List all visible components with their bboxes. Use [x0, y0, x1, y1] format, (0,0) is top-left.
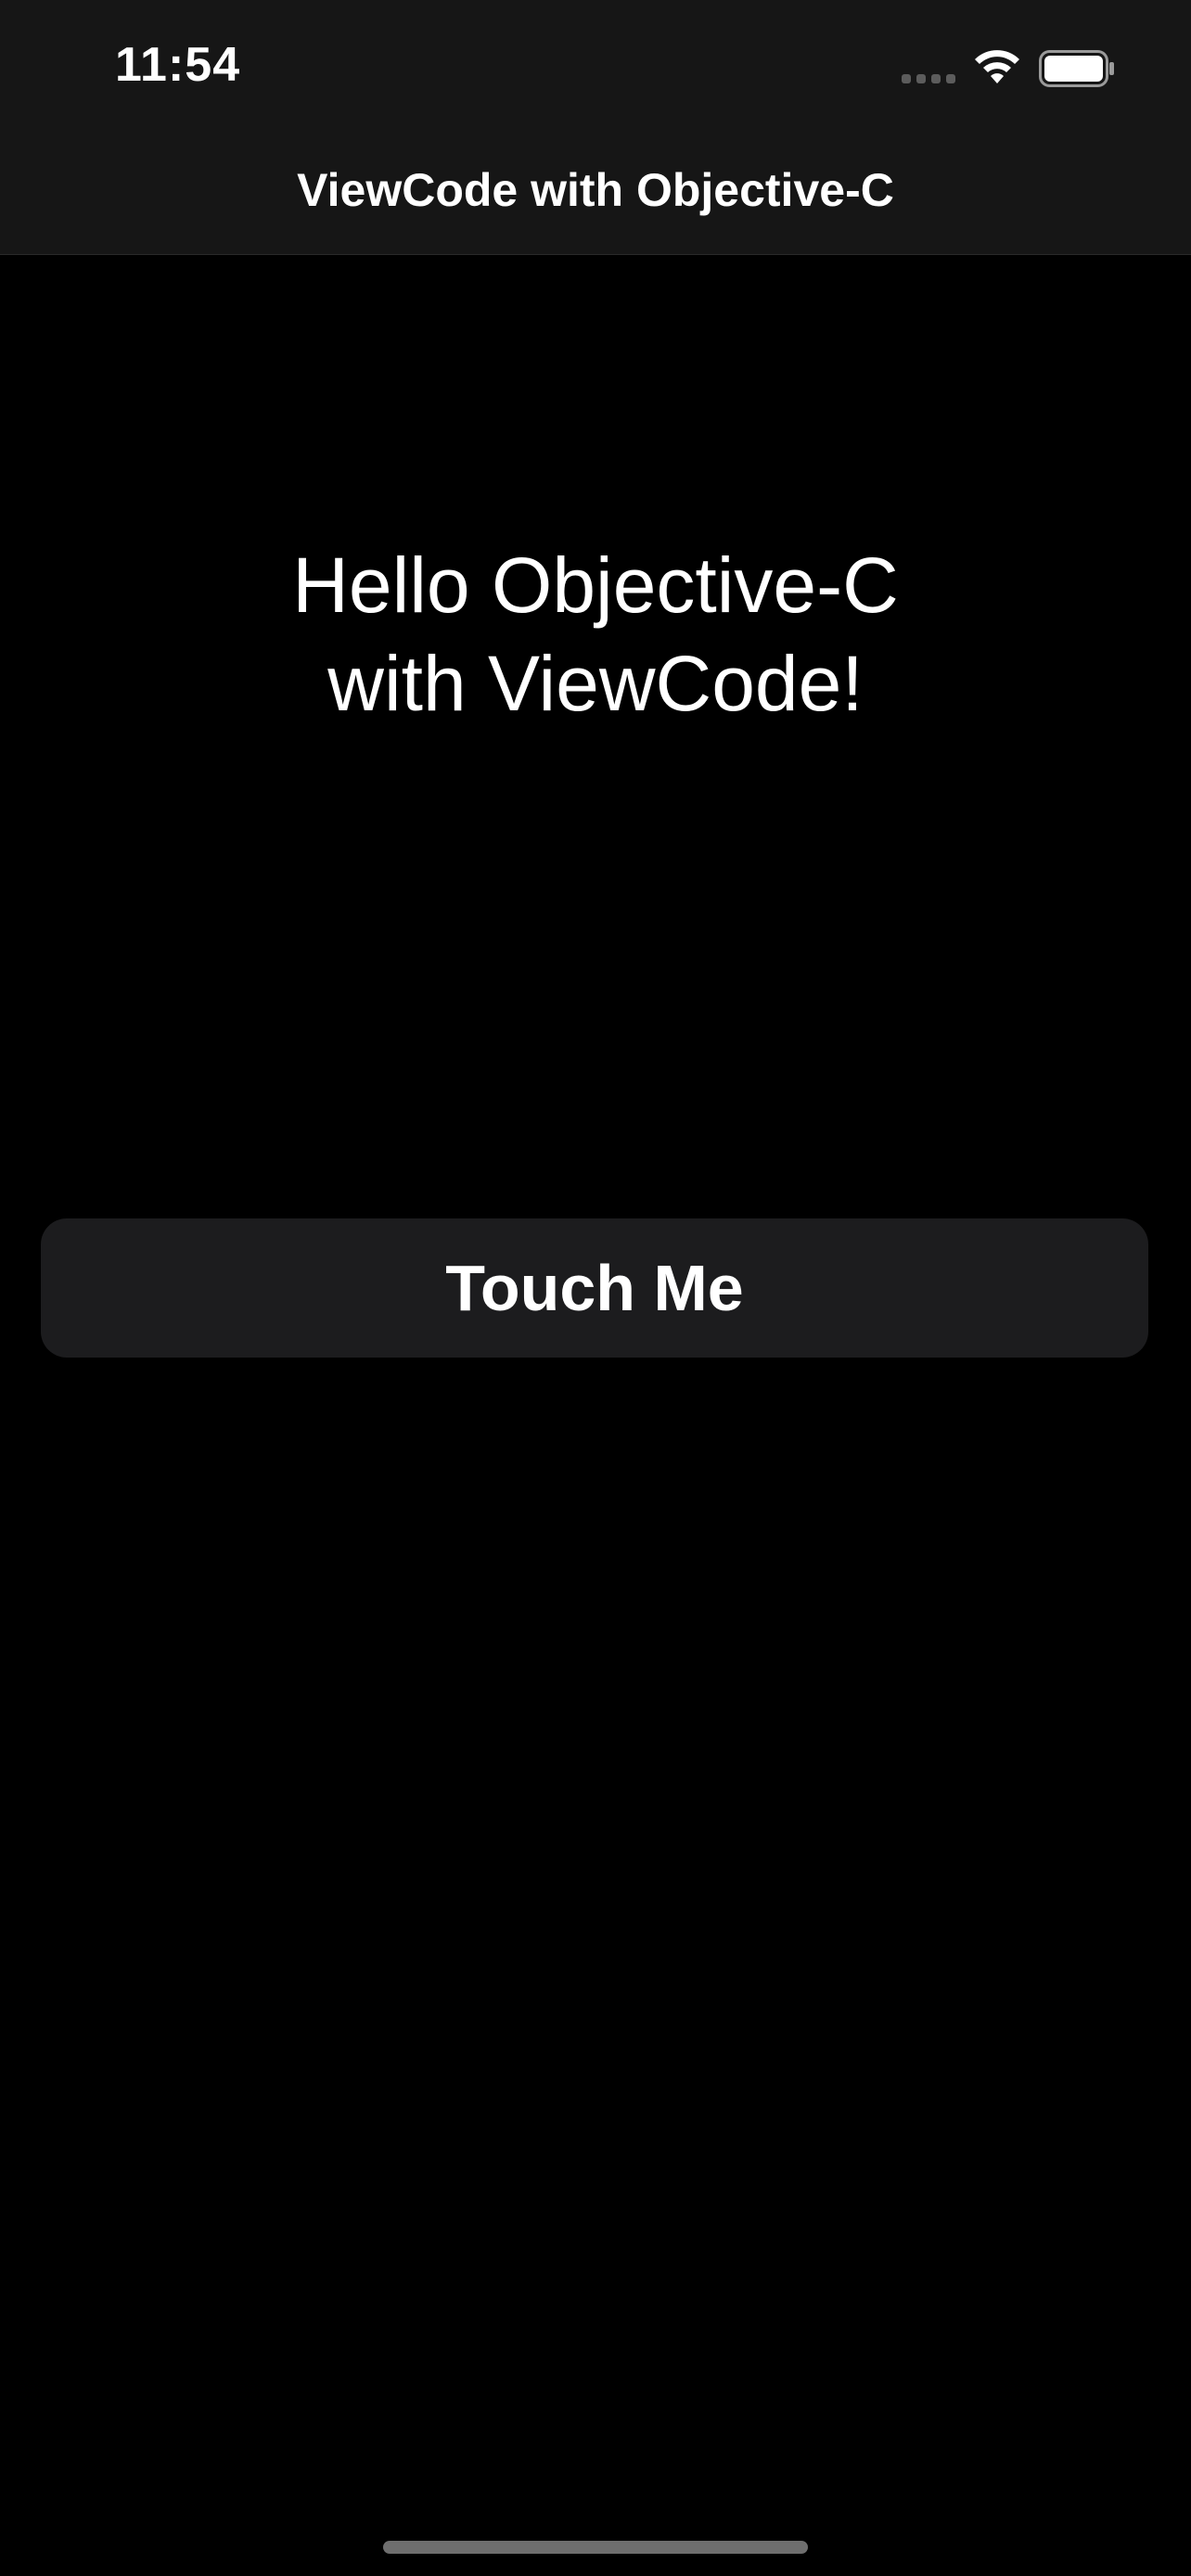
cellular-signal-icon [902, 74, 957, 85]
touch-me-button-label: Touch Me [445, 1252, 744, 1324]
hello-label-line-1: Hello Objective-C [292, 542, 899, 629]
status-time: 11:54 [115, 38, 241, 92]
battery-icon [1039, 50, 1114, 87]
wifi-icon [975, 50, 1019, 83]
status-bar: 11:54 [0, 0, 1191, 130]
navigation-bar: 11:54 ViewCode with Objective-C [0, 0, 1191, 255]
touch-me-button[interactable]: Touch Me [41, 1218, 1148, 1358]
hello-label: Hello Objective-C with ViewCode! [132, 536, 1059, 733]
home-indicator[interactable] [383, 2541, 808, 2554]
hello-label-line-2: with ViewCode! [327, 640, 864, 727]
page-title: ViewCode with Objective-C [297, 164, 894, 216]
